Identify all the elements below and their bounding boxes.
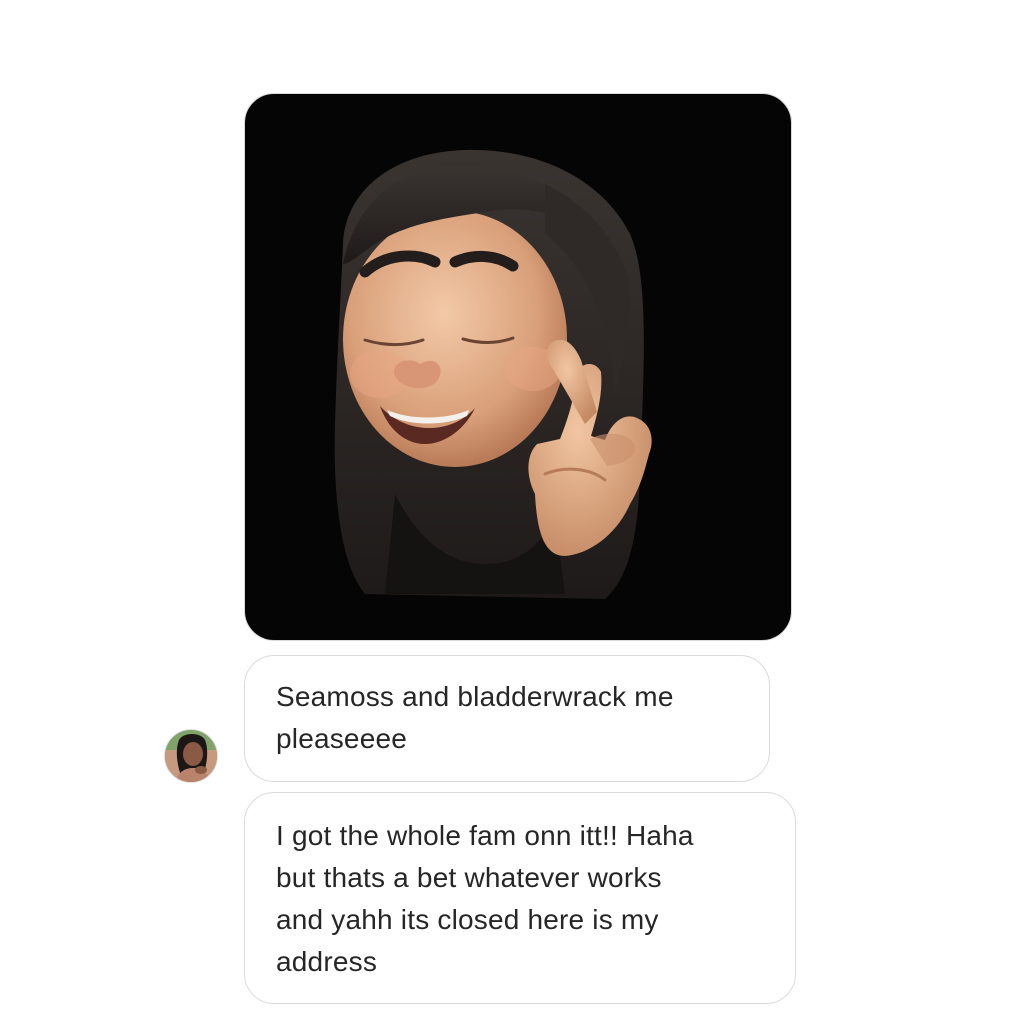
message-text-line: and yahh its closed here is my — [276, 904, 659, 935]
message-text-line: Seamoss and bladderwrack me — [276, 681, 674, 712]
message-bubble[interactable]: I got the whole fam onn itt!! Haha but t… — [244, 792, 796, 1004]
message-bubble[interactable]: Seamoss and bladderwrack me pleaseeee — [244, 655, 770, 782]
memoji-fingers-crossed-icon — [334, 149, 652, 600]
message-text-line: pleaseeee — [276, 723, 408, 754]
memoji-sticker-message[interactable] — [244, 93, 792, 641]
profile-photo-avatar — [165, 730, 217, 782]
message-text-line: address — [276, 946, 378, 977]
message-thread: Seamoss and bladderwrack me pleaseeee I … — [0, 0, 1013, 1013]
message-text-line: I got the whole fam onn itt!! Haha — [276, 820, 694, 851]
sender-avatar[interactable] — [164, 729, 218, 783]
message-text-line: but thats a bet whatever works — [276, 862, 662, 893]
